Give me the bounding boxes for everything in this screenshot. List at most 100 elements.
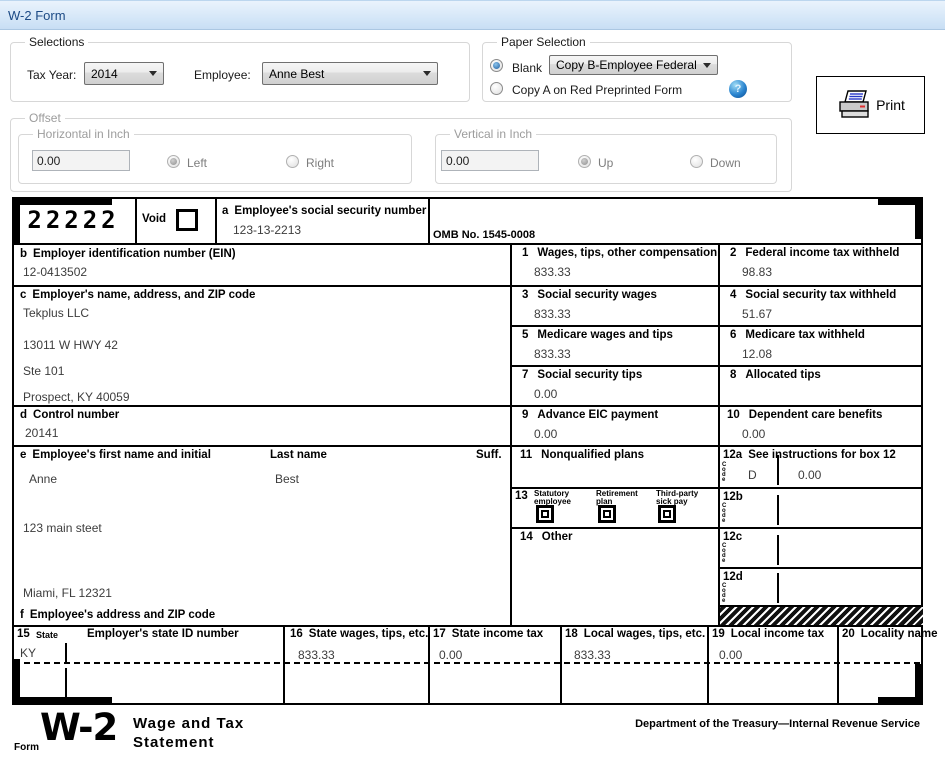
ein-value: 12-0413502 (23, 265, 88, 279)
last-name-label: Last name (270, 449, 327, 461)
grid-line (510, 365, 923, 367)
employer-address-1: 13011 W HWY 42 (23, 338, 118, 352)
box-5-num: 5 (522, 329, 529, 341)
title-bar: W-2 Form (0, 0, 945, 30)
grid-line (12, 703, 923, 705)
printer-icon (839, 90, 869, 118)
box-10-title: Dependent care benefits (748, 409, 883, 421)
box-9-value: 0.00 (534, 427, 558, 441)
copy-type-value: Copy B-Employee Federal (556, 58, 697, 72)
box-16-title: State wages, tips, etc. (308, 628, 429, 640)
w2-form-window: W-2 Form Selections Tax Year: 2014 Emplo… (0, 0, 945, 766)
box-f-prefix: f (20, 609, 24, 621)
chevron-down-icon (149, 71, 157, 76)
box-19-value: 0.00 (719, 648, 743, 662)
grid-line (65, 643, 67, 662)
employee-value: Anne Best (269, 66, 325, 81)
grid-line (777, 535, 779, 565)
box-14-label: 14 Other (520, 531, 572, 544)
blank-radio-label[interactable]: Blank (512, 61, 542, 75)
box-4-label: 4 Social security tax withheld (730, 289, 896, 302)
box-13-retirement-label: Retirement plan (596, 490, 638, 506)
box-f-label: f Employee's address and ZIP code (20, 609, 216, 622)
employer-city: Prospect, KY 40059 (23, 390, 130, 404)
employer-address-2: Ste 101 (23, 364, 65, 378)
employee-dropdown[interactable]: Anne Best (262, 62, 438, 85)
grid-line (12, 197, 923, 199)
vertical-offset-input[interactable] (441, 150, 539, 171)
box-12c-num: 12c (723, 531, 743, 543)
box-11-title: Nonqualified plans (541, 449, 645, 461)
box-d-title: Control number (33, 409, 120, 421)
copy-type-dropdown[interactable]: Copy B-Employee Federal (549, 55, 718, 75)
offset-right-label[interactable]: Right (306, 156, 334, 170)
print-button[interactable]: Print (816, 76, 925, 134)
box-11-num: 11 (520, 449, 533, 461)
grid-line (12, 285, 923, 287)
box-8-title: Allocated tips (745, 369, 821, 381)
offset-up-label[interactable]: Up (598, 156, 613, 170)
blank-radio[interactable] (490, 59, 503, 72)
first-name-value: Anne (29, 472, 58, 486)
box-15-num: 15 (17, 628, 30, 640)
control-number-value: 20141 (25, 426, 59, 440)
offset-right-radio[interactable] (286, 155, 299, 168)
last-name-value: Best (275, 472, 300, 486)
copy-a-radio[interactable] (490, 82, 503, 95)
chevron-down-icon (423, 71, 431, 76)
grid-line (718, 567, 923, 569)
box-b-prefix: b (20, 248, 28, 260)
box-e-title: Employee's first name and initial (32, 449, 211, 461)
corner-mark (12, 659, 20, 705)
tax-year-dropdown[interactable]: 2014 (84, 62, 164, 85)
box-2-value: 98.83 (742, 265, 773, 279)
tax-year-label: Tax Year: (27, 68, 77, 82)
box-6-num: 6 (730, 329, 737, 341)
void-checkbox (176, 209, 198, 231)
paper-selection-group-label: Paper Selection (497, 35, 590, 49)
box-9-num: 9 (522, 409, 529, 421)
grid-line (12, 197, 14, 705)
grid-line (837, 625, 839, 703)
offset-left-label[interactable]: Left (187, 156, 207, 170)
grid-line (215, 197, 217, 243)
box-e-label: e Employee's first name and initial (20, 449, 211, 462)
box-20-num: 20 (842, 628, 855, 640)
box-a-prefix: a (222, 205, 229, 217)
box-12a-num: 12a (723, 449, 743, 461)
box-6-label: 6 Medicare tax withheld (730, 329, 865, 342)
statutory-employee-checkbox (536, 505, 554, 523)
box-12b-code-label: Code (722, 503, 727, 524)
offset-down-radio[interactable] (690, 155, 703, 168)
box-18-value: 833.33 (574, 648, 611, 662)
copy-a-radio-label[interactable]: Copy A on Red Preprinted Form (512, 83, 682, 97)
retirement-plan-checkbox (598, 505, 616, 523)
grid-line (510, 325, 923, 327)
box-5-title: Medicare wages and tips (537, 329, 673, 341)
corner-mark (12, 697, 112, 705)
offset-down-label[interactable]: Down (710, 156, 741, 170)
dashed-divider (14, 662, 921, 664)
box-1-value: 833.33 (534, 265, 571, 279)
ssn-value: 123-13-2213 (233, 223, 302, 237)
box-18-label: 18 Local wages, tips, etc. (565, 628, 705, 641)
third-party-sick-pay-checkbox (658, 505, 676, 523)
suffix-label: Suff. (476, 449, 502, 461)
box-5-label: 5 Medicare wages and tips (522, 329, 673, 342)
box-4-value: 51.67 (742, 307, 773, 321)
box-3-label: 3 Social security wages (522, 289, 657, 302)
grid-line (510, 243, 512, 625)
offset-up-radio[interactable] (578, 155, 591, 168)
box-19-title: Local income tax (730, 628, 825, 640)
box-4-num: 4 (730, 289, 737, 301)
box-3-value: 833.33 (534, 307, 571, 321)
box-10-value: 0.00 (742, 427, 766, 441)
horizontal-offset-input[interactable] (32, 150, 130, 171)
help-globe-icon[interactable]: ? (729, 80, 747, 98)
print-button-label: Print (876, 97, 905, 113)
grid-line (135, 197, 137, 243)
omb-number: OMB No. 1545-0008 (433, 229, 536, 241)
offset-left-radio[interactable] (167, 155, 180, 168)
box-f-title: Employee's address and ZIP code (29, 609, 216, 621)
grid-line (283, 625, 285, 703)
